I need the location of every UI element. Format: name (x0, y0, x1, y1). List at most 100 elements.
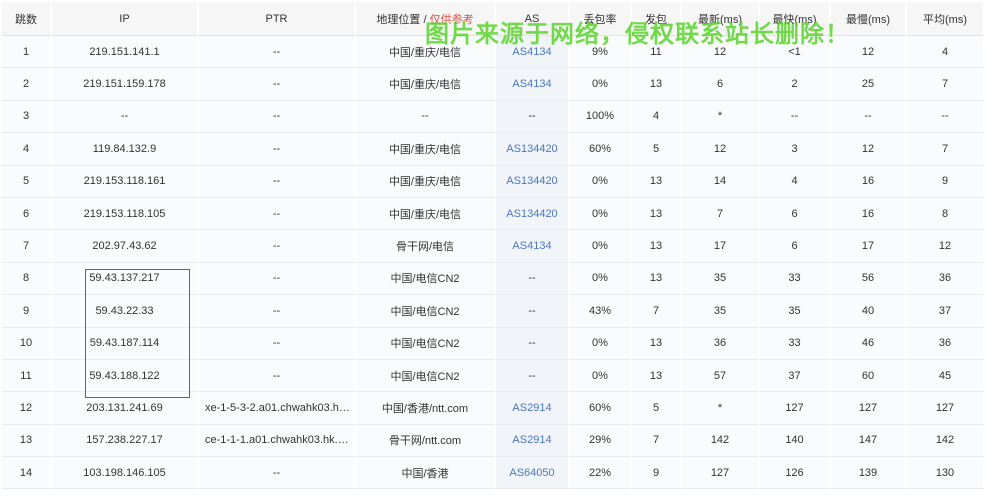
header-hop: 跳数 (2, 2, 52, 36)
cell-ptr: ce-1-1-1.a01.chwahk03.hk.ce... (199, 424, 356, 458)
cell-best: 6 (760, 197, 831, 231)
watermark-text: 图片来源于网络，侵权联系站长删除！ (425, 20, 850, 48)
cell-as: -- (496, 359, 570, 393)
cell-geo: 中国/电信CN2 (356, 262, 496, 296)
as-link[interactable]: AS134420 (506, 143, 557, 155)
cell-loss: 0% (570, 165, 632, 198)
cell-avg: 7 (907, 68, 985, 101)
cell-worst: 56 (831, 262, 907, 296)
cell-avg: 8 (907, 197, 985, 231)
as-link[interactable]: AS64050 (509, 467, 554, 479)
cell-sent: 13 (632, 197, 682, 231)
table-row: 12 203.131.241.69 xe-1-5-3-2.a01.chwahk03.… (2, 392, 985, 425)
table-row: 5 219.153.118.161 -- 中国/重庆/电信 AS134420 0% 13 14… (2, 165, 985, 198)
cell-sent: 9 (632, 457, 682, 490)
cell-geo: 中国/电信CN2 (356, 327, 496, 360)
cell-ptr: -- (199, 36, 356, 69)
cell-ip: 59.43.187.114 (52, 327, 199, 360)
cell-avg: 9 (907, 165, 985, 198)
table-row: 7 202.97.43.62 -- 骨干网/电信 AS4134 0% 13 17 6 17 12 (2, 230, 985, 263)
cell-ptr: xe-1-5-3-2.a01.chwahk03.hk.... (199, 392, 356, 425)
cell-last: * (682, 100, 760, 134)
cell-geo: -- (356, 100, 496, 134)
cell-sent: 7 (632, 295, 682, 328)
cell-loss: 0% (570, 262, 632, 296)
table-body: 1 219.151.141.1 -- 中国/重庆/电信 AS4134 9% 11 12 <1 12… (2, 36, 985, 490)
cell-sent: 13 (632, 262, 682, 296)
cell-loss: 100% (570, 100, 632, 134)
table-row: 13 157.238.227.17 ce-1-1-1.a01.chwahk03.hk… (2, 424, 985, 458)
cell-avg: 36 (907, 327, 985, 360)
cell-worst: 46 (831, 327, 907, 360)
cell-ptr: -- (199, 68, 356, 101)
cell-avg: 12 (907, 230, 985, 263)
cell-geo: 骨干网/ntt.com (356, 424, 496, 458)
cell-avg: 4 (907, 36, 985, 69)
cell-ip: 59.43.188.122 (52, 359, 199, 393)
cell-hop: 9 (2, 295, 52, 328)
table-row: 14 103.198.146.105 -- 中国/香港 AS64050 22% 9 127 12… (2, 457, 985, 490)
cell-sent: 7 (632, 424, 682, 458)
cell-avg: -- (907, 100, 985, 134)
cell-hop: 7 (2, 230, 52, 263)
table-row: 6 219.153.118.105 -- 中国/重庆/电信 AS134420 0% 13 7 6… (2, 197, 985, 231)
cell-geo: 中国/重庆/电信 (356, 197, 496, 231)
cell-hop: 11 (2, 359, 52, 393)
cell-ptr: -- (199, 230, 356, 263)
as-link[interactable]: AS4134 (512, 78, 551, 90)
cell-worst: -- (831, 100, 907, 134)
cell-ip: 219.153.118.161 (52, 165, 199, 198)
as-link[interactable]: AS2914 (512, 402, 551, 414)
cell-best: 35 (760, 295, 831, 328)
cell-avg: 142 (907, 424, 985, 458)
table-row: 8 59.43.137.217 -- 中国/电信CN2 -- 0% 13 35 33 56 36 (2, 262, 985, 296)
cell-sent: 13 (632, 359, 682, 393)
cell-hop: 3 (2, 100, 52, 134)
as-link[interactable]: AS2914 (512, 434, 551, 446)
cell-as: AS2914 (496, 424, 570, 458)
cell-last: 12 (682, 133, 760, 166)
cell-ip: 157.238.227.17 (52, 424, 199, 458)
header-ip: IP (52, 2, 199, 36)
cell-as: AS4134 (496, 230, 570, 263)
cell-best: 126 (760, 457, 831, 490)
cell-sent: 13 (632, 165, 682, 198)
cell-worst: 25 (831, 68, 907, 101)
cell-avg: 36 (907, 262, 985, 296)
cell-avg: 130 (907, 457, 985, 490)
cell-avg: 7 (907, 133, 985, 166)
header-ptr: PTR (199, 2, 356, 36)
cell-ptr: -- (199, 457, 356, 490)
cell-loss: 60% (570, 392, 632, 425)
cell-ip: 59.43.22.33 (52, 295, 199, 328)
table-row: 9 59.43.22.33 -- 中国/电信CN2 -- 43% 7 35 35 40 37 (2, 295, 985, 328)
cell-last: 7 (682, 197, 760, 231)
as-link[interactable]: AS134420 (506, 208, 557, 220)
table-row: 4 119.84.132.9 -- 中国/重庆/电信 AS134420 60% 5 12 3 12… (2, 133, 985, 166)
cell-best: 6 (760, 230, 831, 263)
cell-avg: 37 (907, 295, 985, 328)
cell-last: * (682, 392, 760, 425)
cell-hop: 8 (2, 262, 52, 296)
cell-last: 35 (682, 295, 760, 328)
cell-ptr: -- (199, 133, 356, 166)
cell-last: 17 (682, 230, 760, 263)
cell-as: -- (496, 295, 570, 328)
cell-as: AS64050 (496, 457, 570, 490)
table-row: 10 59.43.187.114 -- 中国/电信CN2 -- 0% 13 36 33 46 36 (2, 327, 985, 360)
cell-last: 6 (682, 68, 760, 101)
cell-last: 36 (682, 327, 760, 360)
cell-ptr: -- (199, 359, 356, 393)
cell-last: 142 (682, 424, 760, 458)
cell-ptr: -- (199, 100, 356, 134)
cell-geo: 中国/重庆/电信 (356, 165, 496, 198)
as-link[interactable]: AS134420 (506, 175, 557, 187)
cell-as: -- (496, 262, 570, 296)
cell-as: -- (496, 327, 570, 360)
table-row: 2 219.151.159.178 -- 中国/重庆/电信 AS4134 0% 13 6 2 25… (2, 68, 985, 101)
cell-loss: 0% (570, 68, 632, 101)
table-row: 3 -- -- -- -- 100% 4 * -- -- -- (2, 100, 985, 134)
cell-hop: 1 (2, 36, 52, 69)
cell-as: AS134420 (496, 197, 570, 231)
as-link[interactable]: AS4134 (512, 240, 551, 252)
